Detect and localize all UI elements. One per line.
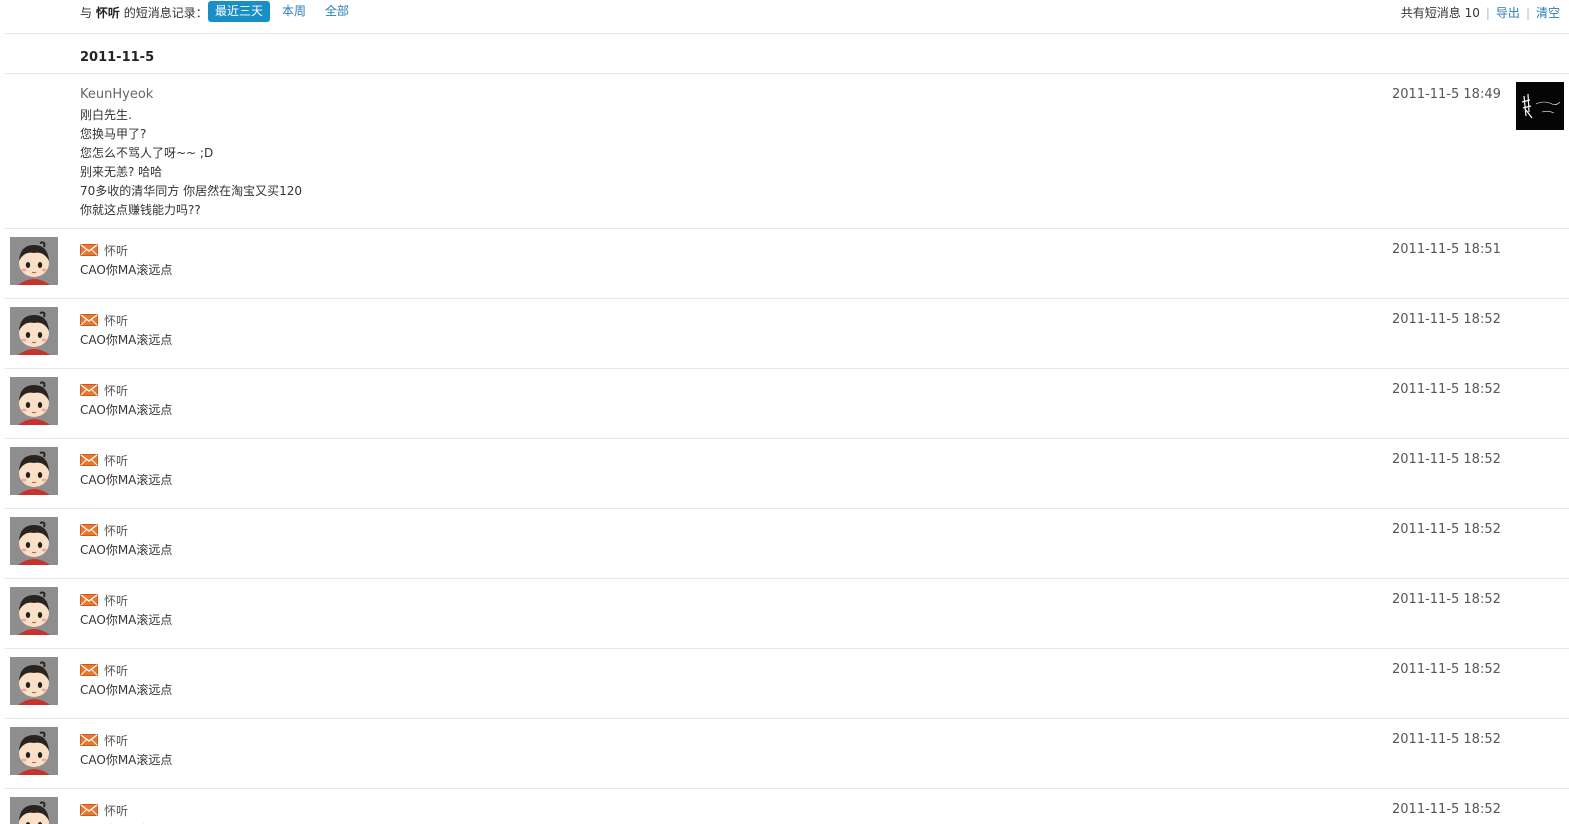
message-body: 刚白先生. 您换马甲了? 您怎么不骂人了呀~~ ;D 别来无恙? 哈哈 70多收… — [80, 108, 302, 217]
history-title: 与 怀听 的短消息记录： — [80, 4, 208, 21]
message-item: KeunHyeok 刚白先生. 您换马甲了? 您怎么不骂人了呀~~ ;D 别来无恙… — [0, 74, 1569, 228]
contact-name[interactable]: 怀听 — [96, 6, 120, 20]
envelope-icon — [80, 244, 98, 256]
message-time: 2011-11-5 18:52 — [1392, 452, 1501, 467]
sender-name[interactable]: 怀听 — [104, 244, 128, 258]
message-item: 怀听 CAO你MA滚远点 2011-11-5 18:52 — [0, 509, 1569, 578]
message-count-label: 共有短消息 — [1400, 6, 1461, 20]
tab-this-week[interactable]: 本周 — [282, 1, 306, 22]
envelope-icon — [80, 594, 98, 606]
avatar[interactable] — [10, 447, 58, 495]
history-actions: 共有短消息 10 | 导出 | 清空 — [1401, 4, 1560, 21]
sender-name[interactable]: 怀听 — [104, 314, 128, 328]
sender-name[interactable]: 怀听 — [104, 804, 128, 818]
title-prefix: 与 — [80, 6, 93, 20]
tab-all[interactable]: 全部 — [325, 1, 349, 22]
message-time: 2011-11-5 18:52 — [1392, 732, 1501, 747]
envelope-icon — [80, 804, 98, 816]
envelope-icon — [80, 454, 98, 466]
message-time: 2011-11-5 18:52 — [1392, 522, 1501, 537]
message-header: KeunHyeok — [80, 87, 153, 103]
message-body: CAO你MA滚远点 — [80, 473, 173, 487]
message-item: 怀听 CAO你MA滚远点 2011-11-5 18:51 — [0, 229, 1569, 298]
message-header: 怀听 — [80, 732, 128, 748]
message-count: 10 — [1464, 6, 1480, 20]
message-header: 怀听 — [80, 452, 128, 468]
sender-name[interactable]: 怀听 — [104, 734, 128, 748]
message-header: 怀听 — [80, 802, 128, 818]
sender-name[interactable]: KeunHyeok — [80, 87, 153, 102]
avatar[interactable] — [10, 587, 58, 635]
message-item: 怀听CAO你MA滚远点2011-11-5 18:52 — [0, 789, 1569, 824]
avatar[interactable] — [10, 797, 58, 824]
message-body: CAO你MA滚远点 — [80, 333, 173, 347]
avatar[interactable] — [10, 727, 58, 775]
message-time: 2011-11-5 18:52 — [1392, 802, 1501, 817]
message-item: 怀听 CAO你MA滚远点 2011-11-5 18:52 — [0, 649, 1569, 718]
tab-recent-three-days[interactable]: 最近三天 — [208, 1, 271, 22]
avatar[interactable] — [10, 657, 58, 705]
clear-link[interactable]: 清空 — [1536, 6, 1560, 20]
title-suffix: 的短消息记录： — [123, 6, 208, 20]
separator: | — [1525, 6, 1530, 20]
message-item: 怀听 CAO你MA滚远点 2011-11-5 18:52 — [0, 579, 1569, 648]
message-item: 怀听 CAO你MA滚远点 2011-11-5 18:52 — [0, 369, 1569, 438]
message-time: 2011-11-5 18:52 — [1392, 592, 1501, 607]
message-header: 怀听 — [80, 592, 128, 608]
avatar[interactable] — [10, 237, 58, 285]
message-header: 怀听 — [80, 662, 128, 678]
message-time: 2011-11-5 18:52 — [1392, 662, 1501, 677]
message-item: 怀听 CAO你MA滚远点 2011-11-5 18:52 — [0, 719, 1569, 788]
envelope-icon — [80, 314, 98, 326]
sender-name[interactable]: 怀听 — [104, 384, 128, 398]
divider — [5, 33, 1569, 34]
envelope-icon — [80, 384, 98, 396]
message-history-page: 与 怀听 的短消息记录： 最近三天 本周 全部 共有短消息 10 | 导出 | 清空 2… — [0, 0, 1569, 824]
avatar[interactable] — [10, 307, 58, 355]
export-link[interactable]: 导出 — [1496, 6, 1520, 20]
message-header: 怀听 — [80, 522, 128, 538]
message-body: CAO你MA滚远点 — [80, 263, 173, 277]
avatar[interactable] — [10, 517, 58, 565]
message-body: CAO你MA滚远点 — [80, 753, 173, 767]
message-item: 怀听 CAO你MA滚远点 2011-11-5 18:52 — [0, 299, 1569, 368]
message-time: 2011-11-5 18:52 — [1392, 312, 1501, 327]
envelope-icon — [80, 734, 98, 746]
message-body: CAO你MA滚远点 — [80, 543, 173, 557]
message-item: 怀听 CAO你MA滚远点 2011-11-5 18:52 — [0, 439, 1569, 508]
message-header: 怀听 — [80, 382, 128, 398]
message-header: 怀听 — [80, 242, 128, 258]
message-body: CAO你MA滚远点 — [80, 403, 173, 417]
sender-name[interactable]: 怀听 — [104, 594, 128, 608]
sender-name[interactable]: 怀听 — [104, 664, 128, 678]
message-time: 2011-11-5 18:51 — [1392, 242, 1501, 257]
message-time: 2011-11-5 18:49 — [1392, 87, 1501, 102]
avatar[interactable] — [1516, 82, 1564, 130]
message-body: CAO你MA滚远点 — [80, 613, 173, 627]
avatar[interactable] — [10, 377, 58, 425]
message-header: 怀听 — [80, 312, 128, 328]
separator: | — [1485, 6, 1490, 20]
date-group-header: 2011-11-5 — [80, 50, 155, 65]
sender-name[interactable]: 怀听 — [104, 454, 128, 468]
history-filter-bar: 与 怀听 的短消息记录： 最近三天 本周 全部 共有短消息 10 | 导出 | 清空 — [0, 0, 1569, 24]
envelope-icon — [80, 524, 98, 536]
envelope-icon — [80, 664, 98, 676]
sender-name[interactable]: 怀听 — [104, 524, 128, 538]
message-body: CAO你MA滚远点 — [80, 683, 173, 697]
message-time: 2011-11-5 18:52 — [1392, 382, 1501, 397]
